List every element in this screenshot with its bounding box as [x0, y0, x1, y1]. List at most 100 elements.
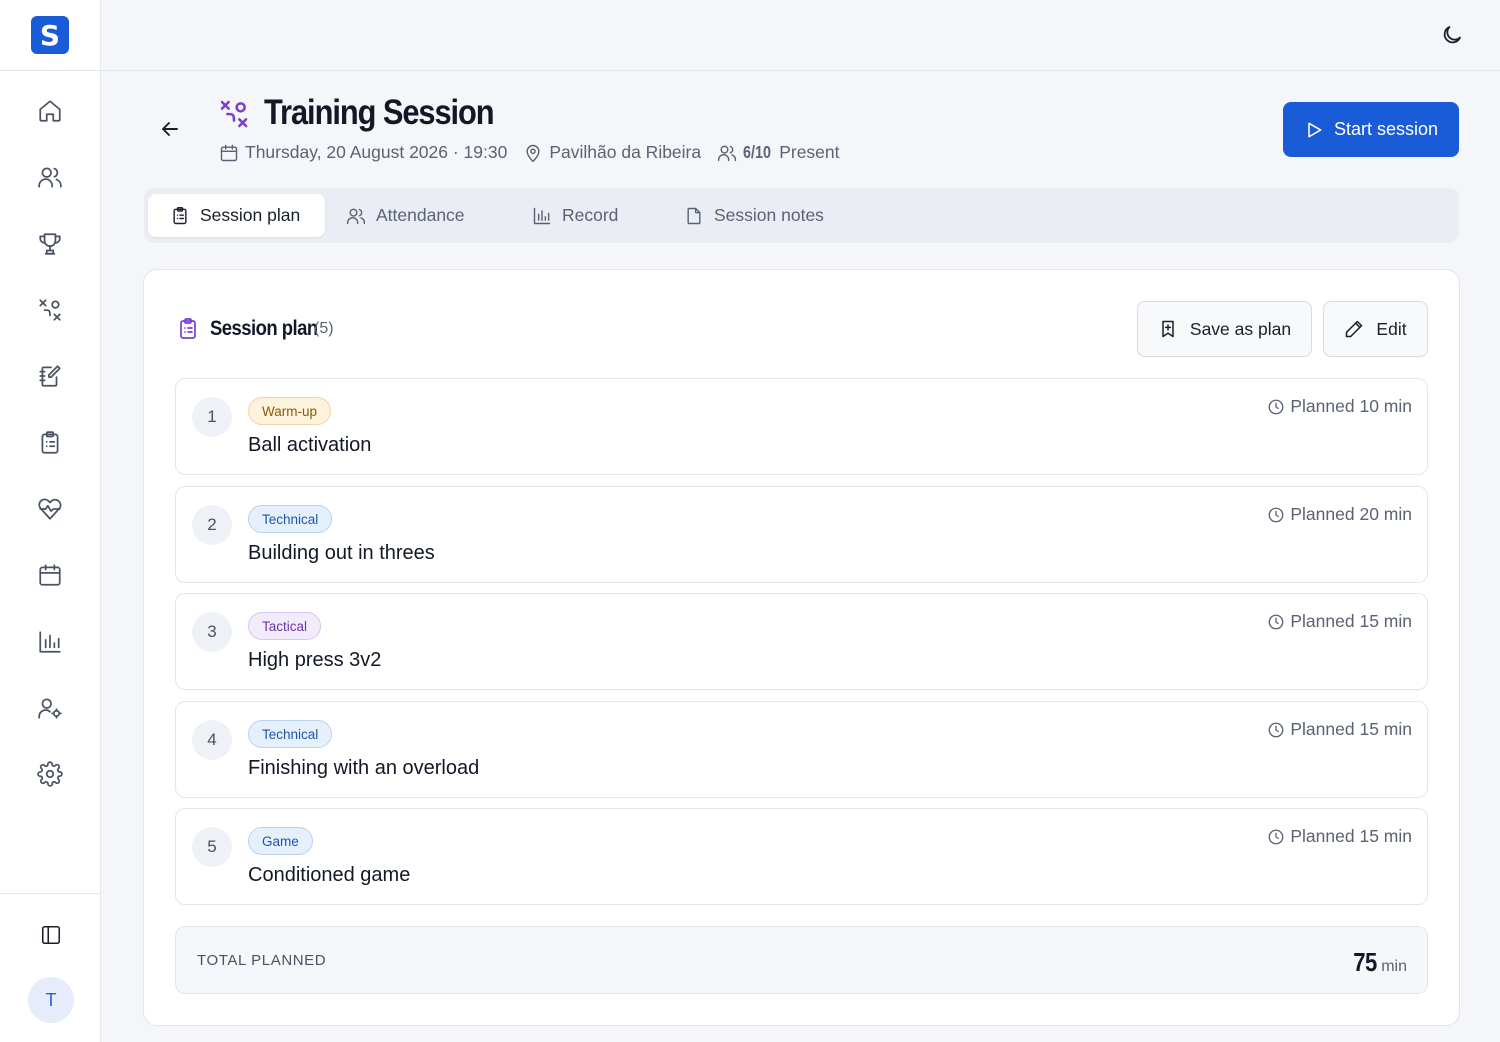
total-planned-label: TOTAL PLANNED — [197, 952, 327, 969]
session-date: Thursday, 20 August 2026 · 19:30 — [219, 142, 507, 163]
session-plan-card: Session plan (5) Save as plan Edit 1 War… — [143, 269, 1460, 1026]
planned-duration: Planned 15 min — [1267, 611, 1412, 632]
collapse-sidebar-button[interactable] — [38, 922, 64, 948]
category-badge: Technical — [248, 720, 333, 748]
drill-row[interactable]: 1 Warm-up Ball activation Planned 10 min — [175, 378, 1428, 475]
tab-label: Attendance — [376, 205, 465, 225]
attendance-label: Present — [779, 142, 840, 162]
category-badge: Warm-up — [248, 397, 332, 425]
nav-notebook[interactable] — [0, 343, 100, 409]
page-title: Training Session — [264, 93, 495, 132]
bar-chart-icon — [533, 207, 551, 224]
sidebar-footer: T — [0, 893, 100, 1042]
drill-number: 4 — [192, 720, 232, 760]
file-icon — [687, 207, 701, 224]
clipboard-icon — [173, 206, 187, 224]
tab-label: Record — [562, 205, 619, 225]
nav-competitions[interactable] — [0, 211, 100, 277]
nav-settings[interactable] — [0, 741, 100, 807]
notebook-icon — [39, 365, 61, 387]
tab-record[interactable]: Record — [532, 194, 652, 237]
attendance-count: 6/10 — [743, 142, 772, 162]
drill-name: Building out in threes — [248, 542, 435, 564]
nav-plans[interactable] — [0, 409, 100, 475]
planned-duration: Planned 20 min — [1267, 504, 1412, 525]
clock-icon — [1268, 507, 1284, 522]
total-planned-unit: min — [1381, 958, 1407, 975]
planned-duration: Planned 15 min — [1267, 719, 1412, 740]
session-location-text: Pavilhão da Ribeira — [549, 142, 702, 162]
drill-name: Finishing with an overload — [248, 757, 480, 779]
drills-icon — [218, 98, 250, 130]
drill-number: 2 — [192, 505, 232, 545]
theme-toggle-button[interactable] — [1440, 23, 1464, 47]
drill-number: 3 — [192, 612, 232, 652]
category-badge: Tactical — [248, 612, 322, 640]
clock-icon — [1268, 399, 1284, 414]
total-planned-value: 75 min — [1349, 947, 1407, 978]
calendar-icon — [220, 144, 238, 161]
clipboard-icon — [41, 430, 59, 454]
logo-area: S — [0, 0, 100, 71]
session-meta: Thursday, 20 August 2026 · 19:30 Pavilhã… — [219, 142, 840, 163]
clock-icon — [1268, 614, 1284, 629]
clipboard-icon — [176, 317, 200, 341]
map-pin-icon — [526, 144, 540, 162]
session-date-text: Thursday, 20 August 2026 · 19:30 — [245, 142, 508, 162]
app-logo[interactable]: S — [31, 16, 69, 54]
heart-pulse-icon — [38, 498, 62, 520]
tab-label: Session notes — [714, 205, 824, 225]
drill-row[interactable]: 4 Technical Finishing with an overload P… — [175, 701, 1428, 798]
users-icon — [718, 145, 737, 161]
start-session-button[interactable]: Start session — [1283, 102, 1459, 157]
pencil-icon — [1346, 320, 1363, 338]
tab-session-notes[interactable]: Session notes — [684, 194, 864, 237]
drill-name: High press 3v2 — [248, 649, 382, 671]
nav-user-settings[interactable] — [0, 675, 100, 741]
nav-players[interactable] — [0, 144, 100, 210]
nav-home[interactable] — [0, 78, 100, 144]
drill-row[interactable]: 5 Game Conditioned game Planned 15 min — [175, 808, 1428, 905]
nav-stats[interactable] — [0, 608, 100, 674]
drill-name: Ball activation — [248, 434, 372, 456]
session-attendance: 6/10 Present — [717, 142, 840, 163]
play-icon — [1308, 122, 1322, 137]
users-icon — [346, 208, 366, 224]
moon-icon — [1443, 26, 1461, 44]
bar-chart-icon — [39, 630, 61, 653]
nav-health[interactable] — [0, 476, 100, 542]
drills-icon — [39, 299, 61, 321]
drill-name: Conditioned game — [248, 864, 411, 886]
tab-bar: Session plan Attendance Record Session n… — [144, 188, 1459, 243]
nav-calendar[interactable] — [0, 542, 100, 608]
tab-label: Session plan — [200, 205, 301, 225]
gear-icon — [37, 761, 63, 787]
drill-number: 5 — [192, 827, 232, 867]
top-bar — [101, 0, 1500, 71]
planned-duration-text: Planned 20 min — [1290, 504, 1412, 524]
total-planned-number: 75 — [1353, 947, 1378, 977]
clock-icon — [1268, 722, 1284, 737]
bookmark-plus-icon — [1162, 320, 1174, 338]
home-icon — [39, 100, 61, 122]
tab-session-plan[interactable]: Session plan — [148, 194, 325, 237]
sidebar-nav — [0, 78, 100, 807]
category-badge: Technical — [248, 505, 333, 533]
start-session-label: Start session — [1333, 119, 1439, 139]
nav-drills[interactable] — [0, 277, 100, 343]
arrow-left-icon — [162, 122, 178, 136]
save-as-plan-button[interactable]: Save as plan — [1137, 301, 1312, 357]
user-settings-icon — [38, 698, 62, 719]
avatar[interactable]: T — [28, 977, 74, 1023]
sidebar: S T — [0, 0, 101, 1042]
back-button[interactable] — [158, 117, 182, 141]
planned-duration-text: Planned 15 min — [1290, 826, 1412, 846]
planned-duration-text: Planned 15 min — [1290, 611, 1412, 631]
drill-row[interactable]: 3 Tactical High press 3v2 Planned 15 min — [175, 593, 1428, 690]
planned-duration: Planned 15 min — [1267, 826, 1412, 847]
users-icon — [38, 167, 62, 189]
tab-attendance[interactable]: Attendance — [346, 194, 506, 237]
drill-row[interactable]: 2 Technical Building out in threes Plann… — [175, 486, 1428, 583]
planned-duration-text: Planned 10 min — [1290, 396, 1412, 416]
edit-button[interactable]: Edit — [1323, 301, 1428, 357]
